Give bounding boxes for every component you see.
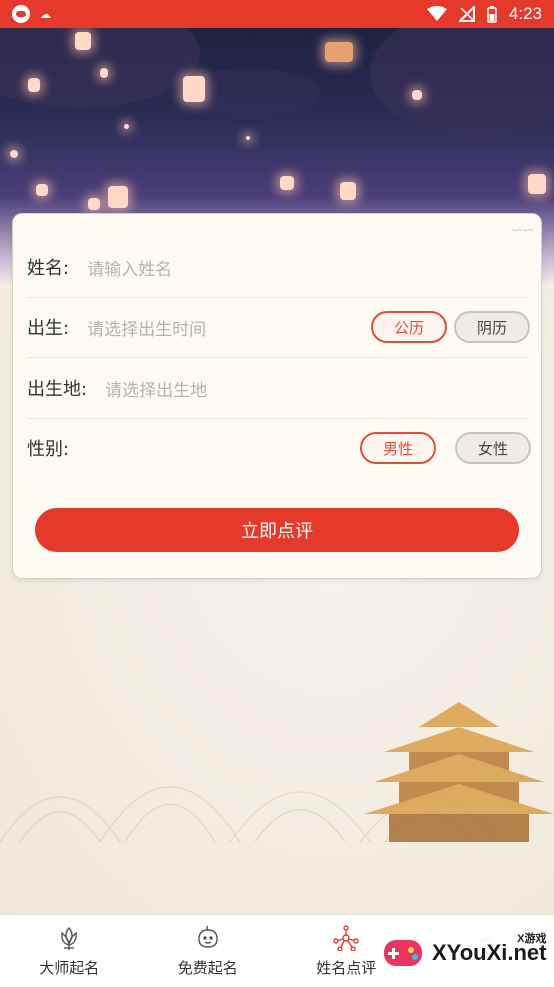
watermark: X游戏 XYouXi.net bbox=[382, 926, 550, 980]
baby-icon bbox=[195, 925, 221, 951]
birthplace-label: 出生地: bbox=[27, 375, 87, 401]
lantern bbox=[528, 174, 546, 194]
solar-calendar-toggle[interactable]: 公历 bbox=[371, 311, 447, 343]
lunar-calendar-toggle[interactable]: 阴历 bbox=[454, 311, 530, 343]
birth-time-picker[interactable]: 请选择出生时间 bbox=[87, 315, 206, 340]
battery-icon bbox=[487, 6, 497, 23]
name-review-form: ∽∽ 姓名: 请输入姓名 出生: 请选择出生时间 公历 阴历 出生地: 请选择出… bbox=[12, 213, 542, 579]
lantern bbox=[340, 182, 356, 200]
tab-free-naming[interactable]: 免费起名 bbox=[139, 915, 278, 987]
lantern bbox=[325, 42, 353, 62]
signal-off-icon bbox=[459, 6, 475, 22]
pagoda-decoration bbox=[364, 632, 554, 842]
tab-label: 免费起名 bbox=[178, 957, 238, 978]
lantern bbox=[36, 184, 48, 196]
clock: 4:23 bbox=[509, 4, 542, 24]
submit-review-button[interactable]: 立即点评 bbox=[35, 508, 519, 552]
name-label: 姓名: bbox=[27, 254, 69, 280]
status-bar: ☁ 4:23 bbox=[0, 0, 554, 28]
birth-row: 出生: 请选择出生时间 公历 阴历 bbox=[27, 297, 527, 358]
wifi-icon bbox=[427, 6, 447, 22]
gender-label: 性别: bbox=[27, 435, 69, 461]
app-notification-icon bbox=[12, 5, 30, 23]
lantern bbox=[124, 124, 129, 129]
lantern bbox=[88, 198, 100, 210]
lantern bbox=[280, 176, 294, 190]
lantern bbox=[75, 32, 91, 50]
gender-row: 性别: 男性 女性 bbox=[27, 418, 527, 478]
lotus-icon bbox=[56, 925, 82, 951]
name-row: 姓名: 请输入姓名 bbox=[27, 237, 527, 298]
gamepad-logo-icon bbox=[382, 932, 424, 974]
lantern bbox=[100, 68, 108, 78]
cloud-notification-icon: ☁ bbox=[40, 8, 51, 21]
lantern bbox=[246, 136, 250, 140]
name-input[interactable]: 请输入姓名 bbox=[87, 255, 172, 280]
birthplace-row: 出生地: 请选择出生地 bbox=[27, 358, 527, 419]
lantern bbox=[412, 90, 422, 100]
tab-label: 姓名点评 bbox=[316, 957, 376, 978]
lantern bbox=[183, 76, 205, 102]
gender-female-toggle[interactable]: 女性 bbox=[455, 432, 531, 464]
birthplace-picker[interactable]: 请选择出生地 bbox=[105, 376, 207, 401]
tab-label: 大师起名 bbox=[39, 957, 99, 978]
tab-master-naming[interactable]: 大师起名 bbox=[0, 915, 139, 987]
network-icon bbox=[333, 925, 359, 951]
birth-label: 出生: bbox=[27, 314, 69, 340]
lantern bbox=[10, 150, 18, 158]
gender-male-toggle[interactable]: 男性 bbox=[360, 432, 436, 464]
lantern bbox=[28, 78, 40, 92]
watermark-small-text: X游戏 bbox=[517, 930, 546, 946]
lantern bbox=[108, 186, 128, 208]
